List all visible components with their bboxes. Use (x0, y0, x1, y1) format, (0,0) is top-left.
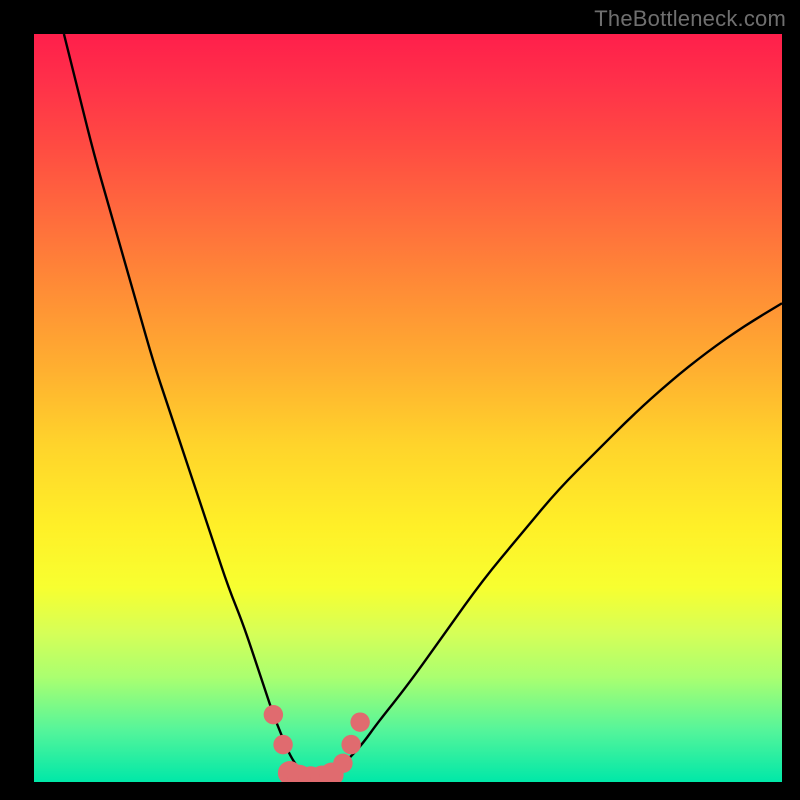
curve-marker (273, 735, 292, 754)
curve-marker (341, 735, 360, 754)
curve-svg (34, 34, 782, 782)
bottleneck-curve (64, 34, 782, 779)
curve-marker (264, 705, 283, 724)
curve-marker (333, 754, 352, 773)
curve-markers (264, 705, 370, 782)
chart-frame: TheBottleneck.com (0, 0, 800, 800)
plot-area (34, 34, 782, 782)
credit-label: TheBottleneck.com (594, 6, 786, 32)
curve-marker (350, 712, 369, 731)
